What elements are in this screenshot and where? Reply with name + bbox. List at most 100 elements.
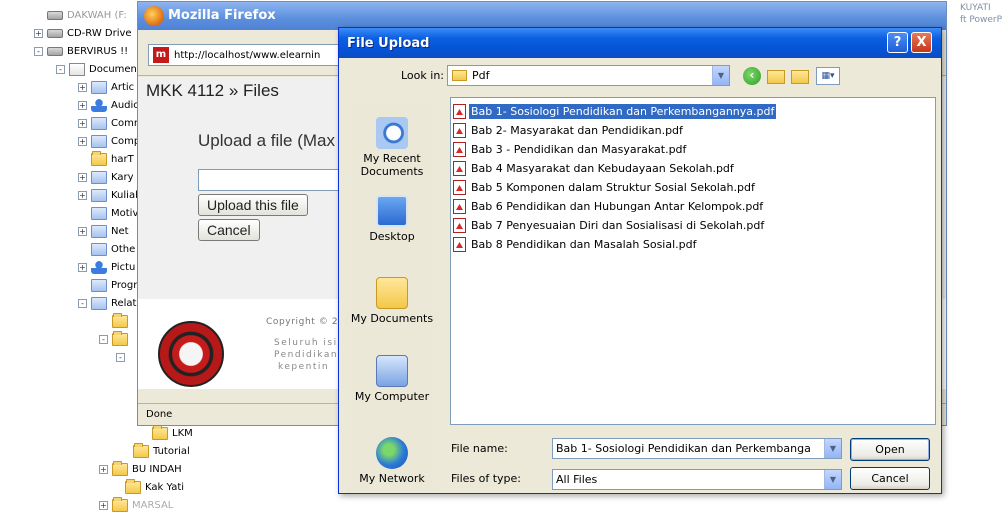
expand-icon[interactable]: + [78, 226, 87, 236]
tree-item[interactable]: + Pictu [78, 258, 135, 276]
folder-icon [91, 80, 107, 94]
upload-file-button[interactable]: Upload this file [198, 194, 308, 216]
file-item[interactable]: Bab 1- Sosiologi Pendidikan dan Perkemba… [451, 102, 935, 121]
look-in-value: Pdf [472, 69, 490, 82]
file-item[interactable]: Bab 6 Pendidikan dan Hubungan Antar Kelo… [451, 197, 935, 216]
folder-icon [152, 424, 168, 440]
file-name-input[interactable]: Bab 1- Sosiologi Pendidikan dan Perkemba… [552, 438, 842, 459]
file-upload-dialog: File Upload ? X Look in: Pdf ▼ ‹ ▦▾ My R… [338, 27, 942, 494]
tree-item-kak-yati[interactable]: Kak Yati [112, 478, 184, 496]
pdf-file-icon [453, 199, 466, 214]
firefox-title: Mozilla Firefox [168, 8, 276, 23]
collapse-icon[interactable]: - [56, 64, 65, 74]
chevron-down-icon[interactable]: ▼ [712, 66, 729, 85]
tree-item-marsal[interactable]: + MARSAL [99, 496, 173, 513]
tree-item-tutorial[interactable]: Tutorial [133, 442, 190, 460]
file-item[interactable]: Bab 8 Pendidikan dan Masalah Sosial.pdf [451, 235, 935, 254]
tree-item[interactable]: Motiv [78, 204, 138, 222]
back-icon[interactable]: ‹ [743, 67, 761, 85]
expand-icon[interactable]: + [78, 190, 87, 200]
folder-icon [91, 188, 107, 202]
expand-icon[interactable]: + [78, 136, 87, 146]
file-item[interactable]: Bab 5 Komponen dalam Struktur Sosial Sek… [451, 178, 935, 197]
tree-item-bervirus[interactable]: - BERVIRUS !! [34, 42, 128, 60]
tree-item[interactable]: + Artic [78, 78, 134, 96]
tree-item[interactable]: - [99, 330, 132, 348]
tree-item-documents[interactable]: - Documen [56, 60, 137, 78]
footer-text: kepentin [278, 362, 330, 372]
folder-icon [91, 206, 107, 220]
places-bar: My Recent Documents Desktop My Documents… [345, 97, 439, 492]
tree-item[interactable]: - Relat [78, 294, 136, 312]
new-folder-icon[interactable] [791, 70, 809, 84]
file-type-value: All Files [556, 473, 598, 486]
tree-item-lkm[interactable]: LKM [152, 424, 193, 442]
place-desktop[interactable]: Desktop [345, 195, 439, 243]
collapse-icon[interactable]: - [116, 352, 125, 362]
tree-item[interactable]: Progr [78, 276, 137, 294]
my-documents-icon [376, 277, 408, 309]
my-computer-icon [376, 355, 408, 387]
tree-item-dakwah[interactable]: DAKWAH (F: [34, 6, 127, 24]
place-label: Desktop [369, 230, 415, 243]
close-button[interactable]: X [911, 32, 932, 53]
place-label: My Computer [354, 390, 430, 403]
place-my-documents[interactable]: My Documents [345, 277, 439, 325]
look-in-label: Look in: [401, 69, 444, 82]
tree-item[interactable]: + Kary [78, 168, 134, 186]
pdf-file-icon [453, 123, 466, 138]
expand-icon[interactable]: + [78, 172, 87, 182]
tree-item-bu-indah[interactable]: + BU INDAH [99, 460, 182, 478]
pdf-file-icon [453, 104, 466, 119]
expand-icon[interactable]: + [99, 500, 108, 510]
tree-item[interactable]: + Kuliah [78, 186, 141, 204]
pdf-file-icon [453, 237, 466, 252]
tree-item[interactable]: harT [78, 150, 134, 168]
expand-icon[interactable]: + [34, 28, 43, 38]
up-folder-icon[interactable] [767, 70, 785, 84]
cancel-upload-button[interactable]: Cancel [198, 219, 260, 241]
help-button[interactable]: ? [887, 32, 908, 53]
firefox-titlebar[interactable]: Mozilla Firefox [138, 2, 946, 30]
tree-item[interactable]: + Net [78, 222, 129, 240]
file-type-select[interactable]: All Files ▼ [552, 469, 842, 490]
file-item[interactable]: Bab 7 Penyesuaian Diri dan Sosialisasi d… [451, 216, 935, 235]
place-my-computer[interactable]: My Computer [345, 355, 439, 403]
file-item[interactable]: Bab 4 Masyarakat dan Kebudayaan Sekolah.… [451, 159, 935, 178]
collapse-icon[interactable]: - [78, 298, 87, 308]
file-list: Bab 1- Sosiologi Pendidikan dan Perkemba… [450, 97, 936, 425]
view-menu-icon[interactable]: ▦▾ [816, 67, 840, 85]
expand-icon[interactable]: + [78, 100, 87, 110]
file-name-label: File name: [451, 442, 508, 455]
tree-item[interactable]: + Audio [78, 96, 139, 114]
expand-icon[interactable]: + [99, 464, 108, 474]
file-item[interactable]: Bab 3 - Pendidikan dan Masyarakat.pdf [451, 140, 935, 159]
collapse-icon[interactable]: - [99, 334, 108, 344]
open-button[interactable]: Open [850, 438, 930, 461]
tree-item[interactable] [112, 312, 132, 330]
tree-item[interactable]: + Comp [78, 132, 140, 150]
chevron-down-icon[interactable]: ▼ [824, 439, 841, 458]
place-my-network[interactable]: My Network [345, 437, 439, 485]
folder-icon [91, 116, 107, 130]
pdf-file-icon [453, 161, 466, 176]
collapse-icon[interactable]: - [34, 46, 43, 56]
tree-item[interactable]: - [116, 348, 129, 366]
folder-icon [112, 496, 128, 512]
tree-item[interactable]: Othe [78, 240, 135, 258]
file-item[interactable]: Bab 2- Masyarakat dan Pendidikan.pdf [451, 121, 935, 140]
folder-icon [133, 442, 149, 458]
expand-icon[interactable]: + [78, 262, 87, 272]
tree-item[interactable]: + Comr [78, 114, 138, 132]
expand-icon[interactable]: + [78, 82, 87, 92]
place-recent-documents[interactable]: My Recent Documents [345, 117, 439, 178]
cancel-button[interactable]: Cancel [850, 467, 930, 490]
look-in-select[interactable]: Pdf ▼ [447, 65, 730, 86]
file-type-label: Files of type: [451, 472, 522, 485]
chevron-down-icon[interactable]: ▼ [824, 470, 841, 489]
place-label: My Network [359, 472, 425, 485]
tree-item-cdrw[interactable]: + CD-RW Drive [34, 24, 132, 42]
expand-icon[interactable]: + [78, 118, 87, 128]
dialog-titlebar[interactable]: File Upload ? X [339, 28, 941, 58]
firefox-logo-icon [144, 6, 164, 26]
